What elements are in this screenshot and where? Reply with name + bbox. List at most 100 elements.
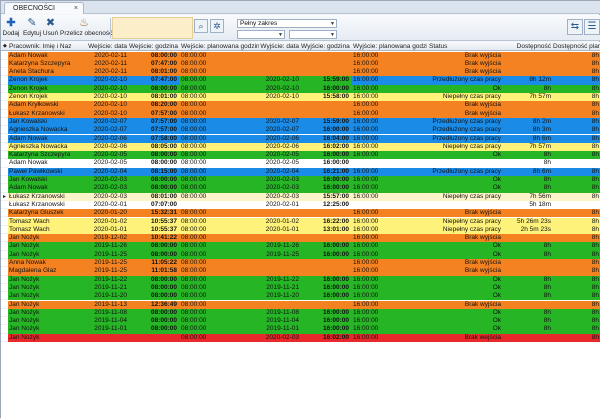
cell-exit-time: 16:00:00 <box>301 151 351 160</box>
col-availability-planned[interactable]: Dostępność planowana <box>553 42 600 51</box>
table-row[interactable]: Adam Nowak 2020-02-11 08:00:00 08:00:00 16:0… <box>1 51 600 60</box>
table-row[interactable]: ▸ Łukasz Krzanowski 2020-02-03 08:01:00 08:0… <box>1 192 600 201</box>
table-row[interactable]: Jan Kowalski 2020-02-07 07:57:00 08:00:00 20… <box>1 117 600 127</box>
col-status[interactable]: Status <box>427 42 503 51</box>
cell-exit-planned: 16:00:00 <box>351 259 427 268</box>
search-icon[interactable]: ⌕ <box>194 19 208 33</box>
cell-entry-planned: 08:00:00 <box>179 292 259 301</box>
cell-entry-time: 08:00:00 <box>129 151 179 160</box>
cell-entry-planned: 08:00:00 <box>179 142 259 152</box>
cell-availability <box>503 68 553 77</box>
table-row[interactable]: Jan Nożyk 2019-12-02 10:41:22 08:00:00 16:00… <box>1 234 600 243</box>
cell-availability: 7h 56m <box>503 192 553 201</box>
col-exit-date[interactable]: Wyjście: data <box>259 42 301 51</box>
table-row[interactable]: Zenon Krojek 2020-02-10 07:47:00 08:00:00 20… <box>1 76 600 85</box>
table-row[interactable]: Jan Kowalski 2020-02-03 08:00:00 08:00:00 20… <box>1 176 600 185</box>
table-row[interactable]: Katarzyna Szczepyra 2020-02-11 07:47:00 08:… <box>1 59 600 69</box>
cell-entry-date: 2020-01-20 <box>71 209 129 218</box>
cell-exit-time <box>301 259 351 268</box>
edit-button[interactable]: ✎ Edytuj <box>21 16 43 40</box>
table-row[interactable]: Adam Nowak 2020-02-06 07:58:00 08:00:00 2020… <box>1 134 600 143</box>
close-icon[interactable]: × <box>74 3 78 14</box>
table-row[interactable]: Jan Nożyk 2019-11-13 12:36:49 08:00:00 16:00… <box>1 300 600 309</box>
table-row[interactable]: Aneta Stachura 2020-02-11 08:01:00 08:00:00… <box>1 68 600 77</box>
cell-status: Przedłużony czas pracy <box>427 167 503 176</box>
date-to-select[interactable]: ▼ <box>289 30 337 39</box>
cell-entry-planned: 08:00:00 <box>179 101 259 110</box>
table-row[interactable]: Katarzyna Szczepyra 2020-02-05 08:00:00 08:… <box>1 151 600 160</box>
cell-exit-date: 2019-11-08 <box>259 308 301 318</box>
table-row[interactable]: Anna Nowak 2019-11-25 11:05:22 08:00:00 16:0… <box>1 259 600 268</box>
table-row[interactable]: Jan Nożyk 2019-11-22 08:00:00 08:00:00 2019-… <box>1 275 600 284</box>
cell-availability-planned: 8h <box>553 176 600 185</box>
gear-icon[interactable]: ✲ <box>210 19 224 33</box>
table-row[interactable]: Adam Nowak 2020-02-05 08:00:00 08:00:00 2020… <box>1 159 600 168</box>
tab-title: OBECNOŚCI <box>13 5 56 12</box>
cell-entry-planned: 08:00:00 <box>179 267 259 276</box>
cell-exit-planned: 16:00:00 <box>351 176 427 185</box>
cell-exit-date: 2020-02-05 <box>259 151 301 160</box>
col-exit-planned[interactable]: Wyjście: planowana godzina <box>351 42 427 51</box>
cell-entry-planned: 08:00:00 <box>179 242 259 251</box>
table-row[interactable]: Jan Nożyk 2019-11-01 08:00:00 08:00:00 2019-… <box>1 325 600 334</box>
cell-exit-time: 16:02:00 <box>301 333 351 342</box>
cell-status: Niepełny czas pracy <box>427 142 503 152</box>
table-row[interactable]: Jan Nożyk 2019-11-08 08:00:00 08:00:00 2019-… <box>1 308 600 318</box>
table-row[interactable]: Magdalena Glaz 2019-11-25 11:01:58 08:00:00… <box>1 267 600 276</box>
cell-exit-time: 16:00:00 <box>301 84 351 93</box>
table-row[interactable]: Zenon Krojek 2020-02-10 08:01:00 08:00:00 20… <box>1 93 600 102</box>
table-row[interactable]: Agnieszka Nowacka 2020-02-06 08:05:00 08:00… <box>1 142 600 152</box>
table-row[interactable]: Jan Nożyk 2019-11-26 08:00:00 08:00:00 2019-… <box>1 242 600 251</box>
table-row[interactable]: Paweł Pawłkowski 2020-02-04 08:15:00 08:00:… <box>1 167 600 176</box>
table-row[interactable]: Jan Nożyk 2019-11-25 08:00:00 08:00:00 2019-… <box>1 250 600 259</box>
col-entry-date[interactable]: Wejście: data <box>71 42 129 51</box>
cell-availability: 8h 2m <box>503 117 553 127</box>
cell-employee-name: Jan Kowalski <box>8 117 71 127</box>
cell-availability-planned: 8h <box>553 84 600 93</box>
col-entry-planned[interactable]: Wejście: planowana godzina <box>179 42 259 51</box>
table-row[interactable]: Łukasz Krzanowski 2020-02-01 07:07:00 2020-… <box>1 200 600 210</box>
cell-entry-time: 08:00:00 <box>129 242 179 251</box>
columns-icon[interactable]: ☰ <box>584 19 600 35</box>
delete-button[interactable]: ✖ Usuń <box>42 16 59 40</box>
recalculate-button[interactable]: ♨ Przelicz obecność <box>60 16 113 40</box>
col-availability[interactable]: Dostępność <box>503 42 553 51</box>
table-row[interactable]: Tomasz Wach 2020-01-02 10:55:37 08:00:00 202… <box>1 217 600 226</box>
cell-exit-planned: 16:00:00 <box>351 333 427 342</box>
col-exit-time[interactable]: Wyjście: godzina <box>301 42 351 51</box>
cell-entry-time: 08:01:00 <box>129 192 179 201</box>
col-name[interactable]: Pracownik: Imię i Nazwisko <box>8 42 71 51</box>
col-entry-time[interactable]: Wejście: godzina <box>129 42 179 51</box>
table-row[interactable]: Katarzyna Gluszek 2020-01-20 15:32:31 08:00… <box>1 209 600 218</box>
cell-availability-planned: 8h <box>553 142 600 152</box>
cell-availability-planned <box>553 159 600 168</box>
add-button[interactable]: ✚ Dodaj <box>2 16 20 40</box>
table-row[interactable]: Agnieszka Nowacka 2020-02-07 07:57:00 08:00… <box>1 126 600 135</box>
cell-entry-date: 2020-02-11 <box>71 68 129 77</box>
table-row[interactable]: Zenon Krojek 2020-02-10 08:00:00 08:00:00 20… <box>1 84 600 93</box>
table-row[interactable]: Jan Nożyk 2019-11-21 08:00:00 08:00:00 2019-… <box>1 283 600 293</box>
delete-label: Usuń <box>42 30 59 37</box>
tab-obecnosci[interactable]: OBECNOŚCI × <box>4 2 84 14</box>
cell-exit-date: 2020-02-06 <box>259 142 301 152</box>
table-row[interactable]: Łukasz Krzanowski 2020-02-10 07:57:00 08:00… <box>1 109 600 118</box>
table-row[interactable]: Tomasz Wach 2020-01-01 10:55:37 08:00:00 202… <box>1 225 600 235</box>
cell-exit-planned: 16:00:00 <box>351 292 427 301</box>
cell-status: Brak wyjścia <box>427 234 503 243</box>
table-row[interactable]: Jan Nożyk 2019-11-20 08:00:00 08:00:00 2019-… <box>1 292 600 301</box>
cell-entry-date: 2019-12-02 <box>71 234 129 243</box>
cell-availability-planned: 8h <box>553 300 600 309</box>
recalculate-label: Przelicz obecność <box>60 30 113 37</box>
table-row[interactable]: Adam Kryłkowski 2020-02-10 08:20:00 08:00:0… <box>1 101 600 110</box>
table-row[interactable]: Adam Nowak 2020-02-03 08:00:00 08:00:00 2020… <box>1 184 600 193</box>
cell-status: Przedłużony czas pracy <box>427 117 503 127</box>
cell-exit-planned: 16:00:00 <box>351 76 427 85</box>
date-from-select[interactable]: ▼ <box>237 30 285 39</box>
refresh-icon[interactable]: ⇆ <box>567 19 583 35</box>
table-row[interactable]: Jan Nożyk 08:00:00 2020-02-03 16:02:00 16:00… <box>1 333 600 342</box>
cell-exit-date: 2020-02-03 <box>259 192 301 201</box>
cell-status: Niepełny czas pracy <box>427 225 503 235</box>
table-row[interactable]: Jan Nożyk 2019-11-04 08:00:00 08:00:00 2019-… <box>1 317 600 326</box>
range-select[interactable]: Pełny zakres ▼ <box>237 19 337 28</box>
cell-availability-planned: 8h <box>553 217 600 226</box>
